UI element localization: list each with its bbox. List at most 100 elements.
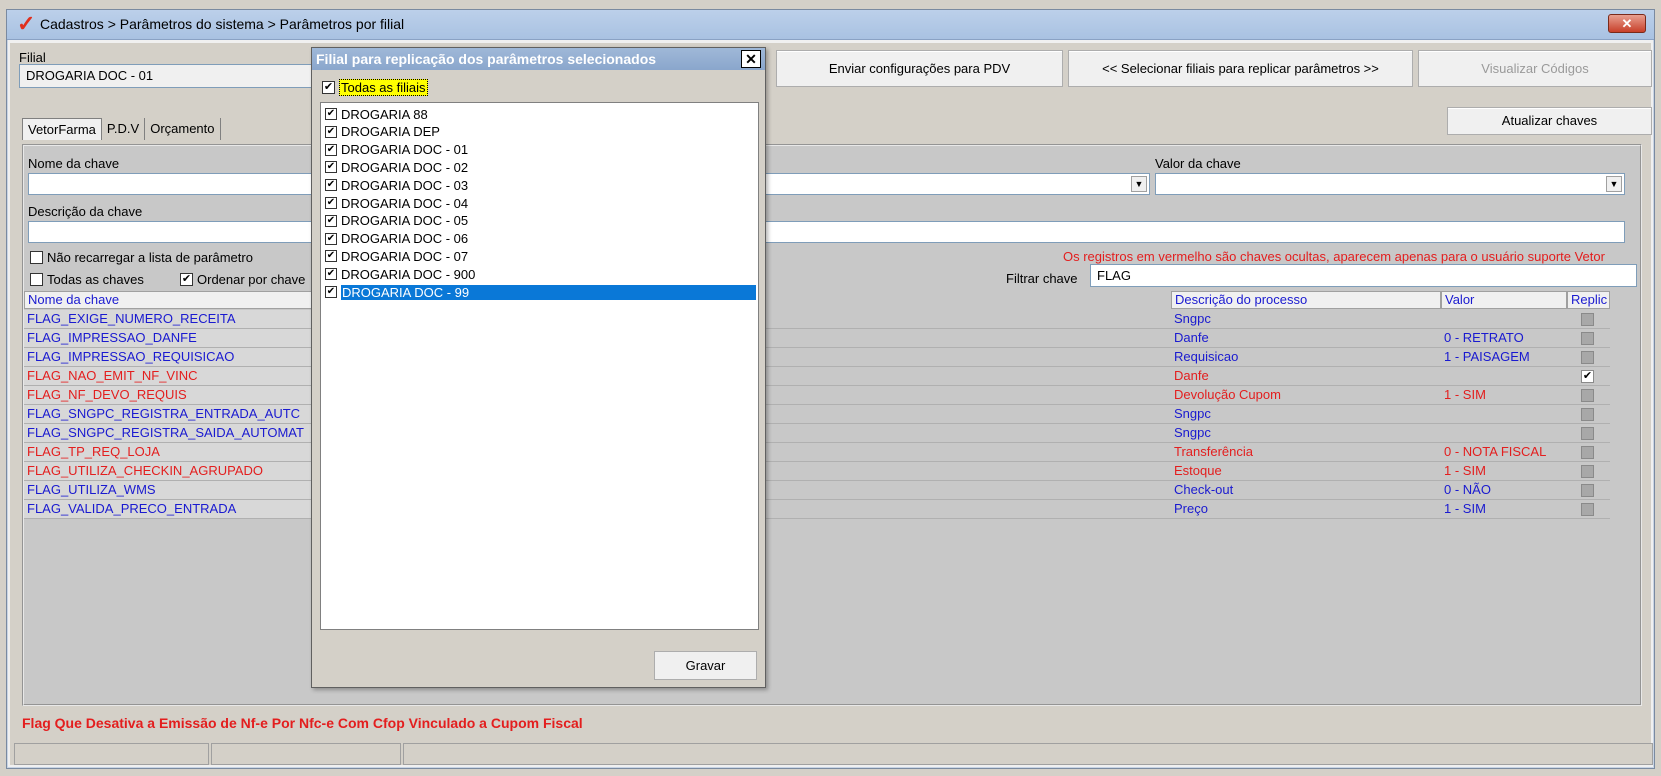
replic-checkbox[interactable] xyxy=(1581,351,1594,364)
value-cell[interactable] xyxy=(1441,405,1567,424)
key-cell[interactable]: FLAG_TP_REQ_LOJA xyxy=(24,443,322,462)
window-close-button[interactable]: ✕ xyxy=(1608,14,1646,33)
list-item[interactable]: ✔ DROGARIA DOC - 04 xyxy=(323,194,756,212)
list-item[interactable]: ✔ DROGARIA DOC - 02 xyxy=(323,158,756,176)
no-reload-checkbox[interactable]: Não recarregar a lista de parâmetro xyxy=(30,250,253,265)
chevron-down-icon[interactable]: ▼ xyxy=(1606,176,1622,192)
list-item[interactable]: ✔ DROGARIA DOC - 05 xyxy=(323,212,756,230)
key-cell[interactable]: FLAG_SNGPC_REGISTRA_SAIDA_AUTOMAT xyxy=(24,424,322,443)
replic-checkbox[interactable] xyxy=(1581,313,1594,326)
value-cell[interactable]: 1 - SIM xyxy=(1441,386,1567,405)
list-item[interactable]: ✔ DROGARIA 88 xyxy=(323,105,756,123)
process-cell[interactable]: Transferência xyxy=(1171,443,1441,462)
list-item[interactable]: ✔ DROGARIA DOC - 99 xyxy=(323,283,756,301)
checkbox-box[interactable] xyxy=(30,273,43,286)
chevron-down-icon[interactable]: ▼ xyxy=(1131,176,1147,192)
check-icon[interactable]: ✔ xyxy=(325,125,337,138)
all-keys-checkbox[interactable]: Todas as chaves xyxy=(30,272,144,287)
list-item[interactable]: ✔ DROGARIA DOC - 01 xyxy=(323,141,756,159)
check-icon[interactable]: ✔ xyxy=(325,161,337,174)
key-cell[interactable]: FLAG_NAO_EMIT_NF_VINC xyxy=(24,367,322,386)
list-item[interactable]: ✔ DROGARIA DOC - 06 xyxy=(323,230,756,248)
check-icon[interactable]: ✔ xyxy=(322,81,335,94)
list-item[interactable]: ✔ DROGARIA DOC - 07 xyxy=(323,247,756,265)
view-codes-button[interactable]: Visualizar Códigos xyxy=(1418,50,1652,87)
tab-orcamento[interactable]: Orçamento xyxy=(145,118,221,140)
replic-checkbox[interactable] xyxy=(1581,446,1594,459)
grid-header-process[interactable]: Descrição do processo xyxy=(1171,291,1441,309)
key-cell[interactable]: FLAG_NF_DEVO_REQUIS xyxy=(24,386,322,405)
table-row[interactable]: FLAG_SNGPC_REGISTRA_SAIDA_AUTOMAT Sngpc xyxy=(24,424,1610,443)
tab-pdv[interactable]: P.D.V xyxy=(101,118,146,140)
replic-checkbox[interactable] xyxy=(1581,465,1594,478)
select-filiais-button[interactable]: << Selecionar filiais para replicar parâ… xyxy=(1068,50,1413,87)
checkbox-box[interactable] xyxy=(30,251,43,264)
table-row[interactable]: FLAG_NAO_EMIT_NF_VINCado a Cupom FiscalD… xyxy=(24,367,1610,386)
process-cell[interactable]: Estoque xyxy=(1171,462,1441,481)
update-keys-button[interactable]: Atualizar chaves xyxy=(1447,107,1652,135)
value-cell[interactable]: 0 - RETRATO xyxy=(1441,329,1567,348)
process-cell[interactable]: Sngpc xyxy=(1171,424,1441,443)
check-icon[interactable]: ✔ xyxy=(325,179,337,192)
title-bar[interactable]: ✓ Cadastros > Parâmetros do sistema > Pa… xyxy=(7,10,1654,40)
filter-key-input[interactable]: FLAG xyxy=(1090,264,1637,287)
key-cell[interactable]: FLAG_VALIDA_PRECO_ENTRADA xyxy=(24,500,322,519)
check-icon[interactable]: ✔ xyxy=(325,143,337,156)
replic-checkbox[interactable] xyxy=(1581,484,1594,497)
table-row[interactable]: FLAG_NF_DEVO_REQUISquisiçãoDevolução Cup… xyxy=(24,386,1610,405)
value-cell[interactable]: 1 - SIM xyxy=(1441,462,1567,481)
list-item[interactable]: ✔ DROGARIA DOC - 900 xyxy=(323,265,756,283)
value-cell[interactable]: 0 - NÃO xyxy=(1441,481,1567,500)
filial-checklist[interactable]: ✔ DROGARIA 88 ✔ DROGARIA DEP ✔ DROGARIA DOC -… xyxy=(320,102,759,630)
key-cell[interactable]: FLAG_EXIGE_NUMERO_RECEITA xyxy=(24,310,322,329)
process-cell[interactable]: Danfe xyxy=(1171,367,1441,386)
process-cell[interactable]: Requisicao xyxy=(1171,348,1441,367)
check-icon[interactable]: ✔ xyxy=(325,214,337,227)
sort-by-key-checkbox[interactable]: ✔ Ordenar por chave xyxy=(180,272,305,287)
replic-checkbox[interactable] xyxy=(1581,389,1594,402)
value-cell[interactable]: 1 - SIM xyxy=(1441,500,1567,519)
dialog-close-button[interactable]: ✕ xyxy=(741,50,761,68)
list-item[interactable]: ✔ DROGARIA DOC - 03 xyxy=(323,176,756,194)
filial-field[interactable]: DROGARIA DOC - 01 xyxy=(19,64,319,88)
value-cell[interactable] xyxy=(1441,424,1567,443)
check-icon[interactable]: ✔ xyxy=(325,232,337,245)
table-row[interactable]: FLAG_IMPRESSAO_REQUISICAO Requisicao 1 - P… xyxy=(24,348,1610,367)
replic-checkbox[interactable] xyxy=(1581,427,1594,440)
replic-checkbox[interactable] xyxy=(1581,332,1594,345)
check-icon[interactable]: ✔ xyxy=(325,197,337,209)
send-pdv-button[interactable]: Enviar configurações para PDV xyxy=(776,50,1063,87)
grid-header-replic[interactable]: Replic xyxy=(1567,291,1610,309)
process-cell[interactable]: Sngpc xyxy=(1171,405,1441,424)
table-row[interactable]: FLAG_SNGPC_REGISTRA_ENTRADA_AUTC Sngpc xyxy=(24,405,1610,424)
table-row[interactable]: FLAG_VALIDA_PRECO_ENTRADAndaPreço1 - SIM xyxy=(24,500,1610,519)
grid-header-value[interactable]: Valor xyxy=(1441,291,1567,309)
check-icon[interactable]: ✔ xyxy=(325,250,337,263)
table-row[interactable]: FLAG_TP_REQ_LOJAiaTransferência0 - NOTA … xyxy=(24,443,1610,462)
value-cell[interactable] xyxy=(1441,367,1567,386)
value-cell[interactable] xyxy=(1441,310,1567,329)
key-cell[interactable]: FLAG_IMPRESSAO_DANFE xyxy=(24,329,322,348)
key-cell[interactable]: FLAG_UTILIZA_WMS xyxy=(24,481,322,500)
key-cell[interactable]: FLAG_IMPRESSAO_REQUISICAO xyxy=(24,348,322,367)
table-row[interactable]: FLAG_UTILIZA_CHECKIN_AGRUPADO Estoque 1 - … xyxy=(24,462,1610,481)
check-icon[interactable]: ✔ xyxy=(1581,370,1594,383)
process-cell[interactable]: Check-out xyxy=(1171,481,1441,500)
table-row[interactable]: FLAG_EXIGE_NUMERO_RECEITAdos Os Tipos de… xyxy=(24,310,1610,329)
process-cell[interactable]: Danfe xyxy=(1171,329,1441,348)
save-button[interactable]: Gravar xyxy=(654,651,757,680)
key-cell[interactable]: FLAG_SNGPC_REGISTRA_ENTRADA_AUTC xyxy=(24,405,322,424)
value-cell[interactable]: 1 - PAISAGEM xyxy=(1441,348,1567,367)
replic-checkbox[interactable] xyxy=(1581,503,1594,516)
check-icon[interactable]: ✔ xyxy=(325,286,337,298)
value-cell[interactable]: 0 - NOTA FISCAL xyxy=(1441,443,1567,462)
table-row[interactable]: FLAG_UTILIZA_WMS Check-out 0 - NÃO xyxy=(24,481,1610,500)
process-cell[interactable]: Sngpc xyxy=(1171,310,1441,329)
key-cell[interactable]: FLAG_UTILIZA_CHECKIN_AGRUPADO xyxy=(24,462,322,481)
key-value-combo[interactable]: ▼ xyxy=(1155,173,1625,195)
grid-header-key[interactable]: Nome da chave xyxy=(24,291,322,309)
replic-checkbox[interactable] xyxy=(1581,408,1594,421)
select-all-checkbox[interactable]: ✔ Todas as filiais xyxy=(322,79,428,96)
check-icon[interactable]: ✔ xyxy=(325,108,337,120)
list-item[interactable]: ✔ DROGARIA DEP xyxy=(323,123,756,141)
